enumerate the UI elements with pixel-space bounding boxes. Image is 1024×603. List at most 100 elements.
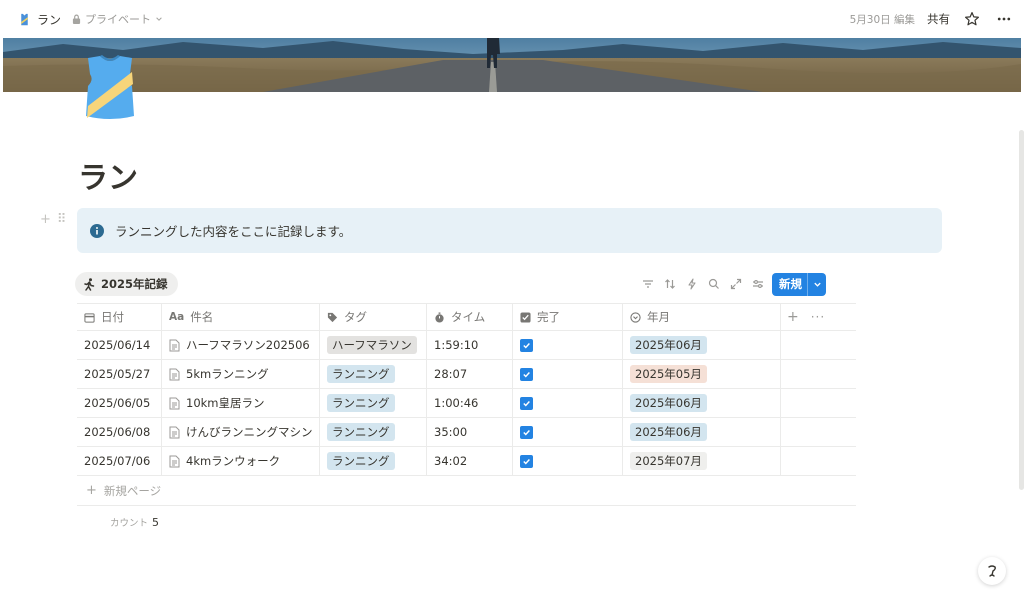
filter-icon bbox=[642, 279, 653, 288]
done-cell[interactable] bbox=[513, 331, 623, 359]
column-header-name[interactable]: Aa 件名 bbox=[162, 304, 320, 330]
done-cell[interactable] bbox=[513, 360, 623, 388]
table-row[interactable]: 2025/07/06 4kmランウォーク ランニング 34:02 2025年07… bbox=[77, 447, 856, 476]
date-value: 2025/06/05 bbox=[84, 396, 151, 410]
cover-image[interactable] bbox=[3, 38, 1021, 92]
tag-badge: ランニング bbox=[327, 394, 395, 412]
month-cell[interactable]: 2025年06月 bbox=[623, 331, 781, 359]
share-button[interactable]: 共有 bbox=[927, 11, 950, 27]
star-icon bbox=[965, 12, 979, 26]
done-checkbox[interactable] bbox=[520, 338, 533, 352]
empty-cell bbox=[781, 447, 856, 475]
name-value[interactable]: けんびランニングマシン bbox=[186, 424, 313, 440]
block-handle[interactable]: + ⠿ bbox=[40, 212, 66, 227]
time-cell[interactable]: 1:59:10 bbox=[427, 331, 513, 359]
empty-cell bbox=[781, 389, 856, 417]
page-icon[interactable] bbox=[80, 54, 140, 122]
tag-cell[interactable]: ランニング bbox=[320, 389, 427, 417]
time-cell[interactable]: 35:00 bbox=[427, 418, 513, 446]
more-button[interactable] bbox=[994, 9, 1014, 29]
date-cell[interactable]: 2025/06/14 bbox=[77, 331, 162, 359]
column-header-done[interactable]: 完了 bbox=[513, 304, 623, 330]
search-button[interactable] bbox=[706, 276, 721, 291]
name-cell[interactable]: ハーフマラソン202506 bbox=[162, 331, 320, 359]
privacy-selector[interactable]: プライベート bbox=[72, 11, 163, 27]
help-button[interactable] bbox=[978, 557, 1006, 585]
add-block-icon[interactable]: + bbox=[40, 212, 51, 227]
name-cell[interactable]: 10km皇居ラン bbox=[162, 389, 320, 417]
name-value[interactable]: 4kmランウォーク bbox=[186, 453, 280, 469]
automation-button[interactable] bbox=[684, 276, 699, 291]
breadcrumb-page[interactable]: ラン bbox=[18, 11, 61, 28]
more-horizontal-icon[interactable]: ··· bbox=[811, 310, 825, 324]
column-header-tag[interactable]: タグ bbox=[320, 304, 427, 330]
favorite-button[interactable] bbox=[962, 9, 982, 29]
drag-handle-icon[interactable]: ⠿ bbox=[57, 212, 67, 227]
month-cell[interactable]: 2025年07月 bbox=[623, 447, 781, 475]
add-column-icon[interactable]: + bbox=[787, 309, 799, 325]
column-header-label: 日付 bbox=[101, 310, 124, 324]
name-value[interactable]: 10km皇居ラン bbox=[186, 395, 265, 411]
tag-cell[interactable]: ランニング bbox=[320, 418, 427, 446]
name-cell[interactable]: 4kmランウォーク bbox=[162, 447, 320, 475]
database-view-tab[interactable]: 2025年記録 bbox=[75, 272, 178, 296]
expand-icon bbox=[730, 278, 741, 289]
top-bar: ラン プライベート 5月30日 編集 共有 bbox=[0, 0, 1024, 38]
done-checkbox[interactable] bbox=[520, 367, 533, 381]
table-row[interactable]: 2025/06/14 ハーフマラソン202506 ハーフマラソン 1:59:10… bbox=[77, 331, 856, 360]
add-new-page-button[interactable]: + 新規ページ bbox=[77, 476, 856, 506]
done-checkbox[interactable] bbox=[520, 454, 533, 468]
row-count[interactable]: カウント 5 bbox=[110, 515, 159, 529]
month-badge: 2025年05月 bbox=[630, 365, 707, 383]
filter-button[interactable] bbox=[640, 276, 655, 291]
done-cell[interactable] bbox=[513, 447, 623, 475]
month-cell[interactable]: 2025年05月 bbox=[623, 360, 781, 388]
sort-button[interactable] bbox=[662, 276, 677, 291]
new-record-button[interactable]: 新規 bbox=[772, 273, 826, 296]
callout-block[interactable]: ランニングした内容をここに記録します。 bbox=[77, 208, 942, 253]
month-cell[interactable]: 2025年06月 bbox=[623, 418, 781, 446]
running-shirt-icon bbox=[21, 13, 28, 25]
time-value: 28:07 bbox=[434, 367, 468, 381]
tag-cell[interactable]: ランニング bbox=[320, 447, 427, 475]
checkbox-icon bbox=[520, 311, 531, 323]
time-cell[interactable]: 28:07 bbox=[427, 360, 513, 388]
name-value[interactable]: 5kmランニング bbox=[186, 366, 269, 382]
done-checkbox[interactable] bbox=[520, 425, 533, 439]
time-value: 1:59:10 bbox=[434, 338, 479, 352]
table-row[interactable]: 2025/05/27 5kmランニング ランニング 28:07 2025年05月 bbox=[77, 360, 856, 389]
checkmark-icon bbox=[523, 429, 530, 436]
date-cell[interactable]: 2025/07/06 bbox=[77, 447, 162, 475]
tag-cell[interactable]: ハーフマラソン bbox=[320, 331, 427, 359]
privacy-label: プライベート bbox=[85, 13, 152, 26]
done-cell[interactable] bbox=[513, 389, 623, 417]
date-cell[interactable]: 2025/05/27 bbox=[77, 360, 162, 388]
new-button-dropdown[interactable] bbox=[808, 280, 826, 289]
tag-cell[interactable]: ランニング bbox=[320, 360, 427, 388]
settings-button[interactable] bbox=[750, 276, 765, 291]
table-header: 日付 Aa 件名 タグ タイム 完了 年月 + ··· bbox=[77, 303, 856, 331]
done-cell[interactable] bbox=[513, 418, 623, 446]
checkmark-icon bbox=[523, 400, 530, 407]
name-value[interactable]: ハーフマラソン202506 bbox=[186, 337, 310, 353]
time-cell[interactable]: 1:00:46 bbox=[427, 389, 513, 417]
column-header-month[interactable]: 年月 bbox=[623, 304, 781, 330]
month-cell[interactable]: 2025年06月 bbox=[623, 389, 781, 417]
time-cell[interactable]: 34:02 bbox=[427, 447, 513, 475]
more-horizontal-icon bbox=[997, 17, 1011, 21]
name-cell[interactable]: けんびランニングマシン bbox=[162, 418, 320, 446]
column-header-time[interactable]: タイム bbox=[427, 304, 513, 330]
count-label: カウント bbox=[110, 518, 149, 529]
column-header-label: タイム bbox=[451, 310, 486, 324]
expand-button[interactable] bbox=[728, 276, 743, 291]
date-cell[interactable]: 2025/06/08 bbox=[77, 418, 162, 446]
table-row[interactable]: 2025/06/08 けんびランニングマシン ランニング 35:00 2025年… bbox=[77, 418, 856, 447]
date-cell[interactable]: 2025/06/05 bbox=[77, 389, 162, 417]
page-title[interactable]: ラン bbox=[78, 153, 138, 197]
column-header-label: 件名 bbox=[190, 310, 214, 324]
table-row[interactable]: 2025/06/05 10km皇居ラン ランニング 1:00:46 2025年0… bbox=[77, 389, 856, 418]
done-checkbox[interactable] bbox=[520, 396, 533, 410]
scrollbar[interactable] bbox=[1019, 130, 1024, 490]
column-header-date[interactable]: 日付 bbox=[77, 304, 162, 330]
name-cell[interactable]: 5kmランニング bbox=[162, 360, 320, 388]
